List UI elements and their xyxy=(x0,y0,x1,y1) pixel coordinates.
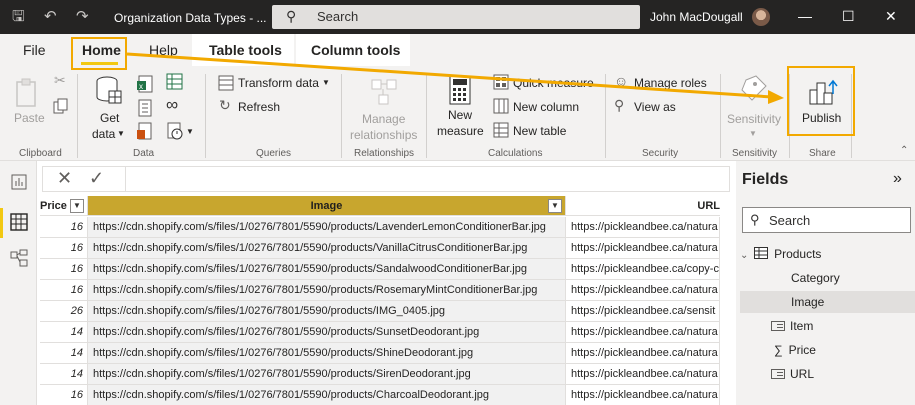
annotation-arrow xyxy=(126,52,784,104)
